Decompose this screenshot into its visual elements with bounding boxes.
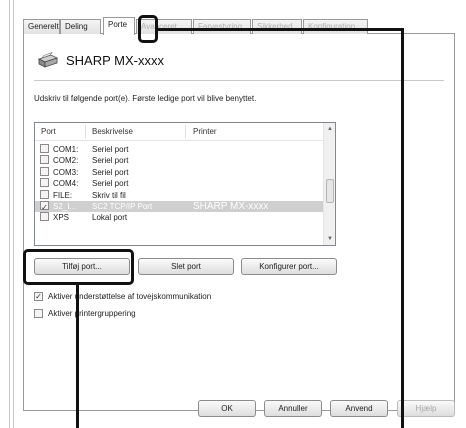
port-instruction-text: Udskriv til følgende port(e). Første led… xyxy=(34,94,257,103)
port-checkbox[interactable] xyxy=(40,212,49,222)
callout-box-ports-tab xyxy=(138,15,158,43)
description-cell: Seriel port xyxy=(92,179,129,189)
tab-deling[interactable]: Deling xyxy=(60,19,101,34)
port-cell: COM3: xyxy=(53,167,79,177)
description-cell: Seriel port xyxy=(92,156,129,166)
port-cell: COM2: xyxy=(53,156,79,166)
port-checkbox[interactable] xyxy=(40,189,49,199)
delete-port-button[interactable]: Slet port xyxy=(138,258,234,275)
port-cell: FILE: xyxy=(53,190,73,200)
tab-porte[interactable]: Porte xyxy=(103,17,135,35)
scroll-thumb[interactable] xyxy=(326,179,334,203)
pooling-label: Aktiver printergruppering xyxy=(48,309,136,318)
callout-leader-vertical-left xyxy=(76,285,79,428)
description-cell: Skriv til fil xyxy=(92,190,126,200)
port-checkbox-checked[interactable]: ✓ xyxy=(40,200,49,212)
port-rows: COM1: Seriel port COM2: Seriel port COM3… xyxy=(35,144,323,224)
port-checkbox[interactable] xyxy=(40,155,49,165)
callout-box-add-port xyxy=(23,249,134,285)
callout-leader-horizontal xyxy=(158,28,404,31)
scroll-up-icon[interactable]: ▲ xyxy=(324,123,335,135)
port-checkbox[interactable] xyxy=(40,178,49,188)
configure-port-button[interactable]: Konfigurer port... xyxy=(241,258,337,275)
tab-strip: Generelt Deling Porte Avanceret Farvesty… xyxy=(23,17,368,35)
description-cell: Seriel port xyxy=(92,167,129,177)
table-row[interactable]: COM2: Seriel port xyxy=(35,155,323,166)
port-list-header: Port Beskrivelse Printer xyxy=(35,123,323,141)
scroll-down-icon[interactable]: ▼ xyxy=(324,233,335,245)
port-list[interactable]: Port Beskrivelse Printer COM1: Seriel po… xyxy=(34,122,336,246)
separator xyxy=(34,80,444,81)
port-checkbox[interactable] xyxy=(40,166,49,176)
column-header-printer[interactable]: Printer xyxy=(193,127,217,136)
help-button[interactable]: Hjælp xyxy=(397,400,455,417)
port-cell: S2_I... xyxy=(53,201,77,211)
table-row[interactable]: COM1: Seriel port xyxy=(35,144,323,155)
callout-leader-vertical-right xyxy=(401,28,404,428)
printer-cell: SHARP MX-xxxx xyxy=(193,200,269,212)
port-cell: XPS xyxy=(53,213,70,223)
port-checkbox[interactable] xyxy=(40,144,49,153)
ok-button[interactable]: OK xyxy=(198,400,256,417)
bidirectional-label: Aktiver understøttelse af tovejskommunik… xyxy=(48,292,212,301)
port-cell: COM1: xyxy=(53,145,79,154)
printer-icon xyxy=(36,51,59,70)
cancel-button[interactable]: Annuller xyxy=(264,400,322,417)
tab-generelt[interactable]: Generelt xyxy=(23,19,60,34)
tab-sikkerhed[interactable]: Sikkerhed xyxy=(252,19,302,34)
table-row[interactable]: FILE: Skriv til fil xyxy=(35,189,323,201)
tab-konfiguration[interactable]: Konfiguration xyxy=(303,19,368,34)
port-cell: COM4: xyxy=(53,179,79,189)
column-header-port[interactable]: Port xyxy=(41,127,56,136)
table-row-selected[interactable]: ✓ S2_I... SC2 TCP/IP Port SHARP MX-xxxx xyxy=(35,200,323,213)
printer-name: SHARP MX-xxxx xyxy=(66,53,164,68)
column-header-description[interactable]: Beskrivelse xyxy=(92,127,133,136)
tab-farvestyring[interactable]: Farvestyring xyxy=(193,19,251,34)
window-left-edge xyxy=(9,0,10,428)
window-left-edge-inner xyxy=(13,0,14,428)
table-row[interactable]: XPS Lokal port xyxy=(35,212,323,223)
description-cell: SC2 TCP/IP Port xyxy=(92,201,153,211)
apply-button[interactable]: Anvend xyxy=(330,400,388,417)
table-row[interactable]: COM3: Seriel port xyxy=(35,166,323,178)
pooling-checkbox[interactable] xyxy=(34,309,43,318)
port-list-scrollbar[interactable]: ▲ ▼ xyxy=(323,123,335,245)
description-cell: Lokal port xyxy=(92,213,128,223)
table-row[interactable]: COM4: Seriel port xyxy=(35,178,323,189)
description-cell: Seriel port xyxy=(92,145,129,154)
bidirectional-checkbox[interactable]: ✓ xyxy=(34,292,43,301)
